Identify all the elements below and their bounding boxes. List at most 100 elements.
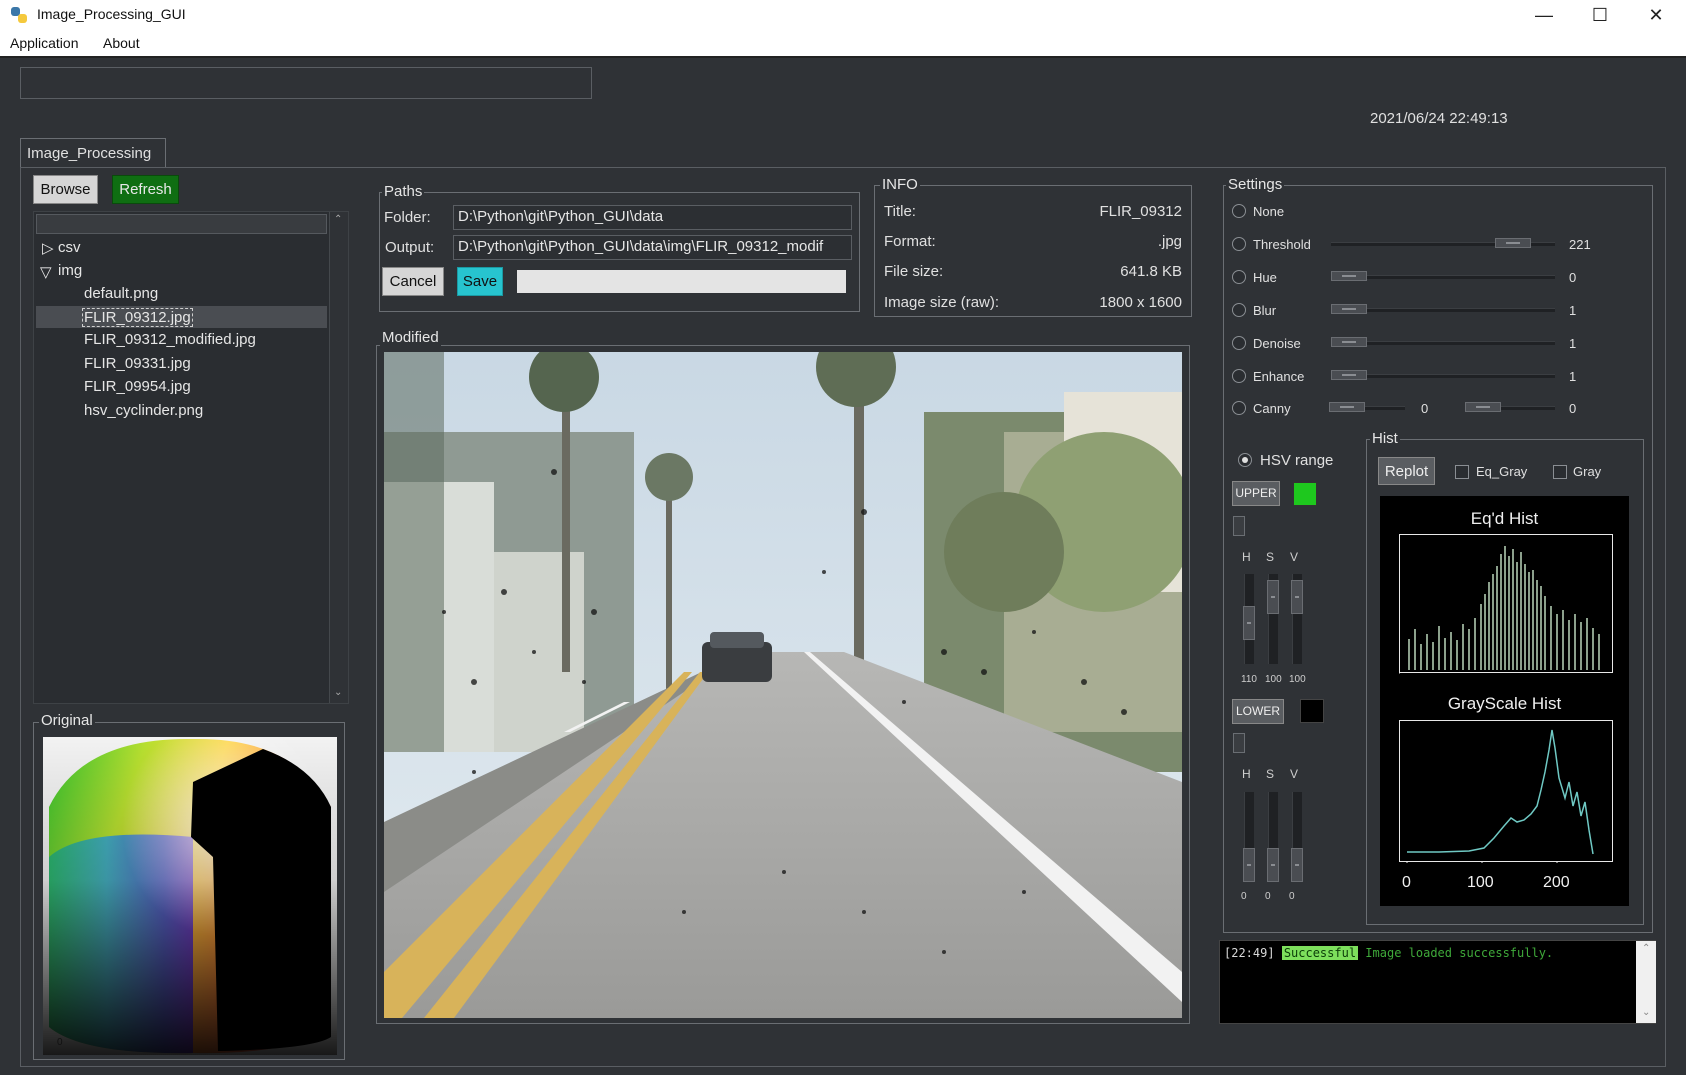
- original-corner-label: 0: [57, 1037, 63, 1048]
- progress-bar: [517, 270, 846, 293]
- lower-label-s: S: [1266, 767, 1275, 781]
- tree-folder-csv[interactable]: csv: [58, 239, 81, 256]
- scroll-down-icon[interactable]: ⌄: [334, 687, 342, 698]
- log-status: Successful: [1281, 946, 1359, 960]
- menu-bar: Application About: [0, 30, 1686, 57]
- upper-slider-thumb-h[interactable]: [1243, 605, 1255, 640]
- canny-slider-1-thumb[interactable]: [1329, 402, 1365, 412]
- tree-file-selected[interactable]: FLIR_09312.jpg: [82, 308, 193, 327]
- eq-hist-chart: [1399, 534, 1613, 674]
- setting-label-0: None: [1253, 204, 1285, 219]
- gray-checkbox[interactable]: [1553, 465, 1567, 479]
- python-app-icon: [11, 7, 27, 23]
- canny-label: Canny: [1253, 401, 1291, 416]
- upper-slider-thumb-v[interactable]: [1291, 579, 1303, 614]
- setting-slider-thumb-5[interactable]: [1331, 370, 1367, 380]
- setting-value-5: 1: [1569, 369, 1577, 384]
- scroll-up-icon[interactable]: ⌃: [1642, 943, 1650, 954]
- setting-slider-thumb-4[interactable]: [1331, 337, 1367, 347]
- lower-color-swatch: [1300, 699, 1324, 723]
- canny-radio[interactable]: [1232, 401, 1246, 415]
- tree-folder-img[interactable]: img: [58, 262, 82, 279]
- grayscale-hist-title: GrayScale Hist: [1447, 694, 1562, 713]
- upper-slider-thumb-s[interactable]: [1267, 579, 1279, 614]
- lower-slider-thumb-h[interactable]: [1243, 848, 1255, 882]
- upper-label-h: H: [1242, 550, 1251, 564]
- replot-button[interactable]: Replot: [1378, 457, 1435, 485]
- street-photo: [384, 352, 1182, 1018]
- eq-gray-checkbox[interactable]: [1455, 465, 1469, 479]
- hsv-range-radio[interactable]: [1238, 453, 1252, 467]
- refresh-button[interactable]: Refresh: [112, 175, 179, 204]
- lower-button[interactable]: LOWER: [1232, 699, 1284, 724]
- upper-scroll-handle[interactable]: [1233, 516, 1245, 536]
- setting-label-2: Hue: [1253, 270, 1277, 285]
- canny-slider-2-thumb[interactable]: [1465, 402, 1501, 412]
- top-input-field[interactable]: [20, 67, 592, 99]
- file-tree[interactable]: ▷ csv ▽ img default.png FLIR_09312.jpg F…: [33, 211, 349, 704]
- info-imagesize-value: 1800 x 1600: [1099, 294, 1182, 311]
- lower-slider-thumb-s[interactable]: [1267, 848, 1279, 882]
- scroll-down-icon[interactable]: ⌄: [1642, 1007, 1650, 1018]
- setting-value-1: 221: [1569, 237, 1591, 252]
- tree-collapse-icon[interactable]: ▽: [40, 263, 52, 281]
- hsv-cylinder-image: [43, 737, 337, 1055]
- tree-file[interactable]: default.png: [84, 285, 158, 302]
- setting-radio-1[interactable]: [1232, 237, 1246, 251]
- setting-label-3: Blur: [1253, 303, 1277, 318]
- lower-value-h: 0: [1241, 891, 1247, 902]
- hist-tick-100: 100: [1467, 874, 1494, 891]
- settings-frame-title: Settings: [1226, 176, 1285, 193]
- upper-button[interactable]: UPPER: [1232, 481, 1280, 506]
- setting-radio-4[interactable]: [1232, 336, 1246, 350]
- info-frame-title: INFO: [880, 176, 920, 193]
- setting-radio-5[interactable]: [1232, 369, 1246, 383]
- setting-radio-3[interactable]: [1232, 303, 1246, 317]
- log-line: [22:49] Successful Image loaded successf…: [1224, 946, 1553, 960]
- minimize-icon[interactable]: —: [1516, 0, 1572, 30]
- setting-slider-thumb-1[interactable]: [1494, 238, 1531, 248]
- close-icon[interactable]: ✕: [1628, 0, 1684, 30]
- output-input[interactable]: D:\Python\git\Python_GUI\data\img\FLIR_0…: [453, 235, 852, 260]
- eq-gray-label: Eq_Gray: [1476, 464, 1528, 479]
- divider: [0, 56, 1686, 58]
- setting-radio-2[interactable]: [1232, 270, 1246, 284]
- setting-value-2: 0: [1569, 270, 1577, 285]
- log-scrollbar[interactable]: ⌃ ⌄: [1636, 941, 1656, 1023]
- menu-about[interactable]: About: [103, 35, 140, 51]
- info-format-label: Format:: [884, 233, 936, 250]
- scroll-up-icon[interactable]: ⌃: [334, 214, 342, 225]
- folder-input[interactable]: D:\Python\git\Python_GUI\data: [453, 205, 852, 230]
- upper-value-s: 100: [1265, 674, 1282, 685]
- maximize-icon[interactable]: ☐: [1572, 0, 1628, 30]
- window-title: Image_Processing_GUI: [37, 6, 186, 22]
- lower-scroll-handle[interactable]: [1233, 733, 1245, 753]
- save-button[interactable]: Save: [457, 267, 503, 296]
- info-format-value: .jpg: [1157, 233, 1182, 250]
- eq-hist-title: Eq'd Hist: [1470, 509, 1539, 528]
- datetime-label: 2021/06/24 22:49:13: [1370, 110, 1508, 127]
- setting-slider-thumb-3[interactable]: [1331, 304, 1367, 314]
- browse-button[interactable]: Browse: [33, 175, 98, 204]
- upper-label-v: V: [1290, 550, 1299, 564]
- lower-slider-thumb-v[interactable]: [1291, 848, 1303, 882]
- setting-slider-thumb-2[interactable]: [1331, 271, 1367, 281]
- menu-application[interactable]: Application: [10, 35, 79, 51]
- upper-label-s: S: [1266, 550, 1275, 564]
- tree-scrollbar[interactable]: ⌃ ⌄: [329, 212, 348, 703]
- cancel-button[interactable]: Cancel: [382, 267, 444, 296]
- setting-radio-0[interactable]: [1232, 204, 1246, 218]
- hist-frame-title: Hist: [1370, 430, 1400, 447]
- output-label: Output:: [385, 239, 435, 256]
- tree-file[interactable]: FLIR_09954.jpg: [84, 378, 191, 395]
- tab-image-processing[interactable]: Image_Processing: [20, 138, 166, 168]
- tree-file[interactable]: FLIR_09331.jpg: [84, 355, 191, 372]
- paths-frame-title: Paths: [382, 183, 425, 200]
- tab-label: Image_Processing: [27, 145, 152, 162]
- tree-expand-icon[interactable]: ▷: [42, 239, 54, 257]
- tree-file[interactable]: hsv_cyclinder.png: [84, 402, 203, 419]
- tree-file[interactable]: FLIR_09312_modified.jpg: [84, 331, 256, 348]
- log-console[interactable]: [22:49] Successful Image loaded successf…: [1219, 940, 1656, 1024]
- modified-frame-title: Modified: [380, 329, 441, 346]
- setting-value-3: 1: [1569, 303, 1577, 318]
